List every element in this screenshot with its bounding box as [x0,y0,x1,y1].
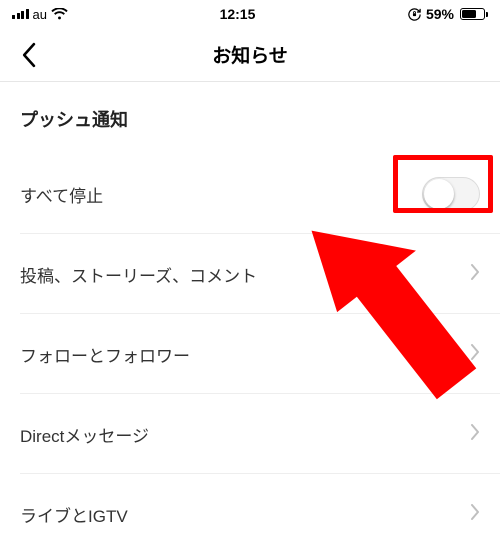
pause-all-toggle[interactable] [422,177,480,211]
page-title: お知らせ [212,41,288,68]
chevron-right-icon [470,264,480,285]
battery-icon [458,8,488,20]
section-header: プッシュ通知 [0,82,500,154]
row-follow[interactable]: フォローとフォロワー [0,314,500,394]
nav-header: お知らせ [0,28,500,82]
chevron-right-icon [470,344,480,365]
row-posts-stories-comments[interactable]: 投稿、ストーリーズ、コメント [0,234,500,314]
row-label-pause-all: すべて停止 [20,182,103,207]
row-pause-all: すべて停止 [0,154,500,234]
row-label-posts: 投稿、ストーリーズ、コメント [20,262,257,287]
row-direct-messages[interactable]: Directメッセージ [0,394,500,474]
status-time: 12:15 [220,6,256,22]
row-label-follow: フォローとフォロワー [20,342,190,367]
status-bar: au 12:15 59% [0,0,500,28]
chevron-right-icon [470,424,480,445]
row-label-live: ライブとIGTV [20,502,128,527]
row-live-igtv[interactable]: ライブとIGTV [0,474,500,554]
battery-percent: 59% [426,6,454,22]
status-left: au [12,7,68,22]
toggle-knob [424,179,454,209]
orientation-lock-icon [407,7,422,22]
wifi-icon [51,8,68,21]
back-button[interactable] [10,37,46,73]
cellular-signal-icon [12,9,29,19]
status-right: 59% [407,6,488,22]
chevron-left-icon [20,42,37,68]
row-label-direct: Directメッセージ [20,422,149,447]
carrier-label: au [33,7,47,22]
chevron-right-icon [470,504,480,525]
